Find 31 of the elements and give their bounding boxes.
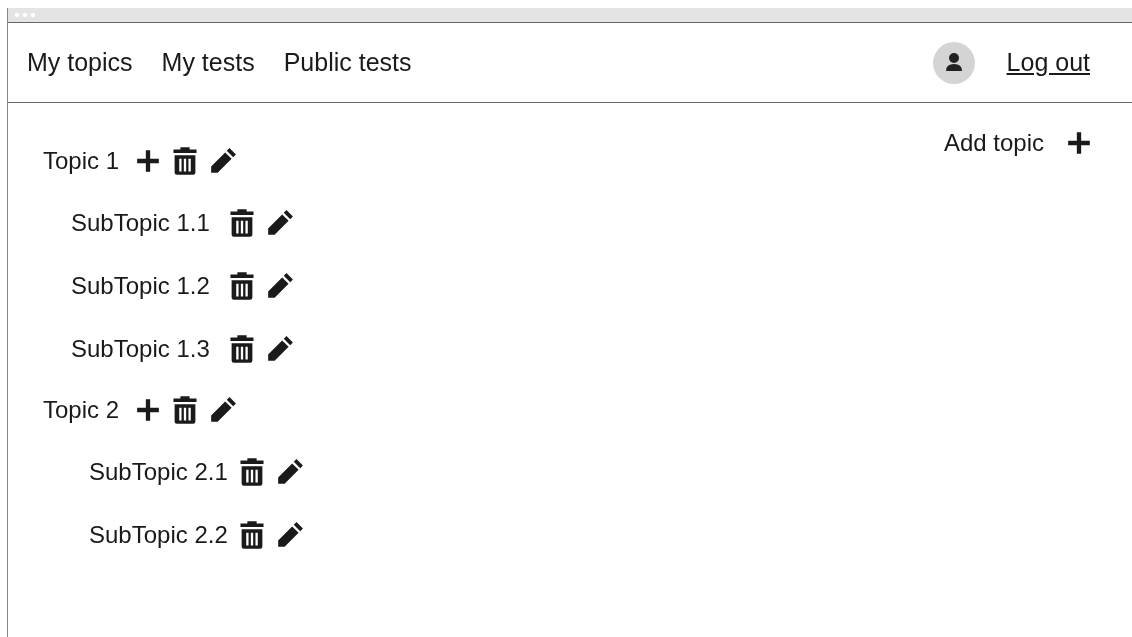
nav-link[interactable]: My tests xyxy=(161,48,255,77)
window-dots-icon xyxy=(14,12,36,18)
nav-link[interactable]: Public tests xyxy=(283,48,412,77)
subtopic-label[interactable]: SubTopic 1.2 xyxy=(71,271,210,300)
avatar-icon xyxy=(932,41,975,84)
trash-icon[interactable] xyxy=(171,146,200,176)
subtopic-label[interactable]: SubTopic 2.1 xyxy=(89,457,228,486)
pencil-icon[interactable] xyxy=(209,146,238,176)
pencil-icon[interactable] xyxy=(265,333,294,364)
topic-label[interactable]: Topic 2 xyxy=(43,396,120,424)
subtopic-label[interactable]: SubTopic 1.1 xyxy=(71,208,210,237)
logout-link[interactable]: Log out xyxy=(1006,48,1090,77)
trash-icon[interactable] xyxy=(227,207,256,238)
pencil-icon[interactable] xyxy=(265,207,294,238)
trash-icon[interactable] xyxy=(171,395,200,425)
pencil-icon[interactable] xyxy=(275,456,304,487)
add-topic-button[interactable]: Add topic xyxy=(943,127,1092,159)
trash-icon[interactable] xyxy=(237,456,266,487)
pencil-icon[interactable] xyxy=(265,270,294,301)
pencil-icon[interactable] xyxy=(209,395,238,425)
add-icon xyxy=(1066,130,1092,156)
topic-label[interactable]: Topic 1 xyxy=(43,147,120,175)
trash-icon[interactable] xyxy=(227,333,256,364)
add-icon[interactable] xyxy=(135,148,162,174)
add-icon[interactable] xyxy=(135,397,162,423)
nav-link[interactable]: My topics xyxy=(27,48,133,77)
subtopic-label[interactable]: SubTopic 2.2 xyxy=(89,520,228,549)
pencil-icon[interactable] xyxy=(275,519,304,550)
subtopic-label[interactable]: SubTopic 1.3 xyxy=(71,334,210,363)
trash-icon[interactable] xyxy=(237,519,266,550)
trash-icon[interactable] xyxy=(227,270,256,301)
